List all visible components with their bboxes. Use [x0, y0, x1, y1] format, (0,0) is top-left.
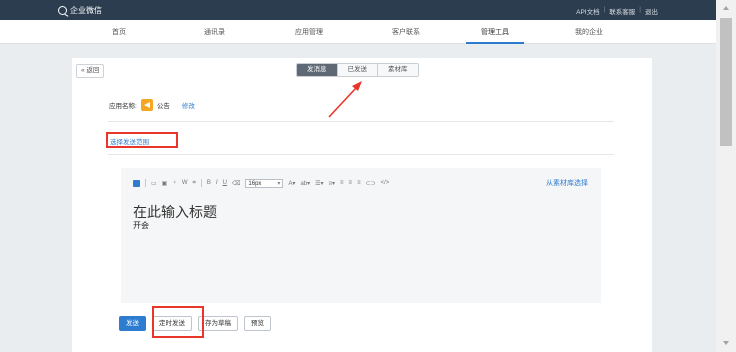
annotation-arrow-icon — [328, 81, 362, 118]
